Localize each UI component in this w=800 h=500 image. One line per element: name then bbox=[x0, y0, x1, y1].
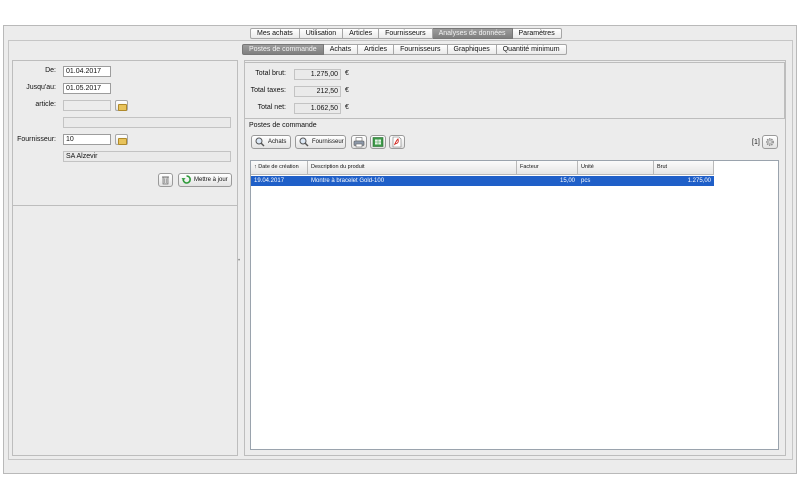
supplier-field[interactable]: 10 bbox=[63, 134, 111, 145]
cell-gross: 1.275,00 bbox=[687, 178, 711, 184]
tax-total-label: Total taxes: bbox=[250, 87, 286, 94]
subtab-postes-de-commande[interactable]: Postes de commande bbox=[242, 44, 324, 55]
table-row[interactable]: 19.04.2017 Montre à bracelet Gold-100 15… bbox=[251, 176, 714, 186]
net-total-label: Total net: bbox=[257, 104, 286, 111]
folder-icon bbox=[118, 104, 127, 111]
article-browse-button[interactable] bbox=[115, 100, 128, 111]
tab-articles[interactable]: Articles bbox=[343, 28, 380, 39]
column-header-description[interactable]: Description du produit bbox=[308, 161, 517, 175]
column-header-factor[interactable]: Facteur bbox=[517, 161, 578, 175]
net-total-value: 1.062,50 bbox=[294, 103, 341, 114]
printer-icon bbox=[353, 137, 365, 148]
trash-button[interactable] bbox=[158, 173, 173, 187]
column-header-date[interactable]: ↑ Date de création bbox=[251, 161, 308, 175]
tax-currency: € bbox=[345, 87, 349, 94]
folder-icon bbox=[118, 138, 127, 145]
supplier-name-field: SA Alzevir bbox=[63, 151, 231, 162]
page-count: [1] bbox=[752, 139, 760, 146]
from-date-field[interactable]: 01.04.2017 bbox=[63, 66, 111, 77]
subtab-quantite-minimum[interactable]: Quantité minimum bbox=[496, 44, 567, 55]
subtab-achats[interactable]: Achats bbox=[323, 44, 359, 55]
cell-factor: 15,00 bbox=[559, 178, 575, 184]
order-lines-title: Postes de commande bbox=[249, 122, 317, 129]
supplier-label: Fournisseur: bbox=[17, 136, 56, 143]
sub-tab-bar: Postes de commande Achats Articles Fourn… bbox=[242, 44, 567, 55]
column-header-gross[interactable]: Brut bbox=[654, 161, 714, 175]
purchases-search-label: Achats bbox=[268, 139, 287, 145]
column-header-unit[interactable]: Unité bbox=[578, 161, 654, 175]
tax-total-value: 212,50 bbox=[294, 86, 341, 97]
gross-total-value: 1.275,00 bbox=[294, 69, 341, 80]
pdf-icon bbox=[392, 136, 402, 148]
magnifier-icon bbox=[299, 137, 309, 147]
to-date-field[interactable]: 01.05.2017 bbox=[63, 83, 111, 94]
magnifier-icon bbox=[255, 137, 265, 147]
cell-unit: pcs bbox=[581, 178, 591, 184]
tab-analyses-de-donnees[interactable]: Analyses de données bbox=[432, 28, 513, 39]
gross-total-label: Total brut: bbox=[255, 70, 286, 77]
order-lines-table: ↑ Date de création Description du produi… bbox=[250, 160, 779, 450]
cell-description: Montre à bracelet Gold-100 bbox=[311, 178, 385, 184]
gear-icon bbox=[766, 138, 774, 146]
subtab-articles[interactable]: Articles bbox=[358, 44, 395, 55]
supplier-browse-button[interactable] bbox=[115, 134, 128, 145]
table-header: ↑ Date de création Description du produi… bbox=[251, 161, 714, 175]
trash-icon bbox=[162, 176, 169, 185]
spreadsheet-export-icon bbox=[372, 137, 384, 147]
main-tab-bar: Mes achats Utilisation Articles Fourniss… bbox=[250, 28, 562, 39]
tab-utilisation[interactable]: Utilisation bbox=[299, 28, 344, 39]
supplier-search-label: Fournisseur bbox=[312, 139, 344, 145]
supplier-search-button[interactable]: Fournisseur bbox=[295, 135, 346, 149]
article-field[interactable] bbox=[63, 100, 111, 111]
subtab-graphiques[interactable]: Graphiques bbox=[447, 44, 497, 55]
update-button[interactable]: Mettre à jour bbox=[178, 173, 232, 187]
settings-button[interactable] bbox=[762, 135, 778, 149]
article-label: article: bbox=[35, 101, 56, 108]
gross-currency: € bbox=[345, 70, 349, 77]
refresh-icon bbox=[181, 175, 191, 184]
from-label: De: bbox=[45, 67, 56, 74]
update-button-label: Mettre à jour bbox=[194, 177, 228, 183]
tab-parametres[interactable]: Paramètres bbox=[512, 28, 562, 39]
to-label: Jusqu'au: bbox=[26, 84, 56, 91]
net-currency: € bbox=[345, 104, 349, 111]
tab-fournisseurs[interactable]: Fournisseurs bbox=[379, 28, 433, 39]
cell-date: 19.04.2017 bbox=[254, 178, 285, 184]
tab-mes-achats[interactable]: Mes achats bbox=[250, 28, 300, 39]
export-pdf-button[interactable] bbox=[389, 135, 405, 149]
purchases-search-button[interactable]: Achats bbox=[251, 135, 291, 149]
splitter-handle[interactable]: • bbox=[238, 258, 240, 264]
export-excel-button[interactable] bbox=[370, 135, 386, 149]
subtab-fournisseurs[interactable]: Fournisseurs bbox=[394, 44, 448, 55]
article-name-field bbox=[63, 117, 231, 128]
print-button[interactable] bbox=[351, 135, 367, 149]
